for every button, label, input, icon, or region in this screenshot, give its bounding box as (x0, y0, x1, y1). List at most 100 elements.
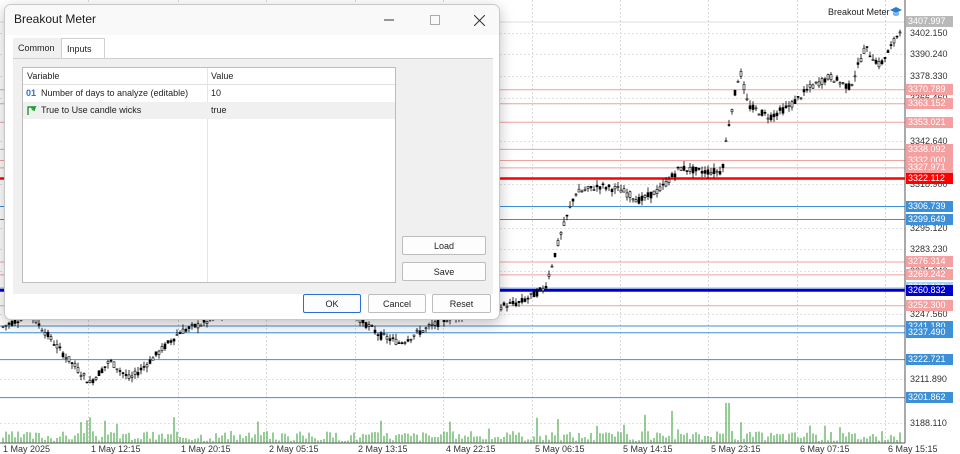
candle-body (196, 323, 200, 329)
candle-body (175, 334, 179, 336)
candle-body (664, 181, 668, 187)
ok-button[interactable]: OK (303, 294, 361, 313)
candle-body (859, 58, 863, 62)
cancel-button[interactable]: Cancel (368, 294, 426, 313)
candle-body (802, 89, 806, 93)
candle-body (826, 74, 830, 80)
candle-body (616, 186, 620, 188)
candle-body (7, 322, 11, 325)
indicator-label[interactable]: Breakout Meter (828, 7, 890, 17)
candle-body (673, 173, 677, 178)
candle-body (535, 290, 539, 297)
candle-body (694, 166, 698, 172)
candle-body (862, 47, 866, 54)
price-level-tag: 3276.314 (906, 256, 953, 268)
candle-body (679, 166, 683, 171)
candle-body (766, 117, 770, 120)
candle-body (88, 380, 92, 383)
candle-body (685, 170, 689, 172)
candle-body (526, 297, 530, 300)
candle-body (136, 372, 140, 376)
candle-body (109, 360, 113, 362)
price-level-tag: 3269.242 (906, 269, 953, 281)
candle-body (619, 189, 623, 193)
close-button[interactable] (457, 5, 499, 35)
column-header-value[interactable]: Value (211, 71, 233, 81)
reset-button[interactable]: Reset (432, 294, 491, 313)
candle-body (628, 191, 632, 198)
candle-body (532, 290, 536, 298)
candle-body (604, 187, 608, 190)
candle-body (592, 189, 596, 191)
inputs-table: Variable Value 01 Number of days to anal… (22, 67, 396, 283)
candle-body (391, 337, 395, 340)
price-axis-label: 3211.890 (910, 374, 947, 385)
candle-body (670, 173, 674, 178)
candle-body (397, 342, 401, 344)
candle-body (586, 186, 590, 189)
candle-body (640, 195, 644, 201)
candle-body (790, 101, 794, 108)
candle-body (733, 89, 737, 96)
candle-body (373, 329, 377, 334)
load-button[interactable]: Load (402, 236, 486, 255)
candle-body (898, 31, 902, 34)
candle-body (817, 81, 821, 87)
candle-body (805, 88, 809, 91)
save-button[interactable]: Save (402, 262, 486, 281)
table-row[interactable]: 01 Number of days to analyze (editable) … (23, 85, 395, 102)
candle-body (595, 184, 599, 188)
candle-body (388, 338, 392, 341)
candle-body (706, 169, 710, 175)
candle-body (613, 186, 617, 190)
candle-body (607, 184, 611, 188)
candle-body (379, 332, 383, 340)
candle-body (505, 306, 509, 308)
column-header-variable[interactable]: Variable (27, 71, 59, 81)
price-level-tag: 3237.490 (906, 327, 953, 339)
param-name: True to Use candle wicks (41, 105, 142, 115)
candle-body (43, 332, 47, 336)
candle-body (550, 265, 554, 268)
param-value[interactable]: 10 (211, 88, 221, 98)
candle-body (73, 363, 77, 368)
candle-body (754, 107, 758, 110)
candle-body (832, 80, 836, 83)
minimize-button[interactable] (367, 5, 411, 35)
param-value[interactable]: true (211, 105, 227, 115)
candle-body (430, 323, 434, 326)
candle-body (103, 366, 107, 368)
tab-common[interactable]: Common (13, 38, 64, 58)
candle-body (682, 165, 686, 171)
price-level-tag: 3322.112 (906, 173, 953, 185)
table-row[interactable]: True to Use candle wicks true (23, 102, 395, 119)
candle-body (97, 370, 101, 376)
candle-body (145, 364, 149, 368)
candle-body (556, 240, 560, 246)
candle-body (157, 350, 161, 355)
candle-body (502, 302, 506, 306)
candle-body (877, 61, 881, 68)
candle-body (118, 370, 122, 372)
candle-body (55, 344, 59, 349)
candle-body (130, 375, 134, 378)
candle-body (637, 196, 641, 204)
candle-body (841, 82, 845, 84)
candle-body (751, 104, 755, 110)
candle-body (649, 191, 653, 199)
candle-body (703, 170, 707, 174)
candle-body (427, 324, 431, 327)
candle-body (760, 109, 764, 116)
indicator-hat-icon[interactable] (889, 5, 903, 18)
candle-body (514, 302, 518, 306)
candle-body (565, 214, 569, 217)
candle-body (769, 114, 773, 121)
candle-body (190, 323, 194, 326)
candle-body (835, 76, 839, 81)
candle-body (838, 82, 842, 85)
candle-body (727, 124, 731, 126)
tab-inputs[interactable]: Inputs (61, 38, 105, 59)
candle-body (511, 301, 515, 305)
dialog-titlebar[interactable]: Breakout Meter (5, 5, 499, 35)
price-level-tag: 3260.832 (906, 284, 953, 296)
